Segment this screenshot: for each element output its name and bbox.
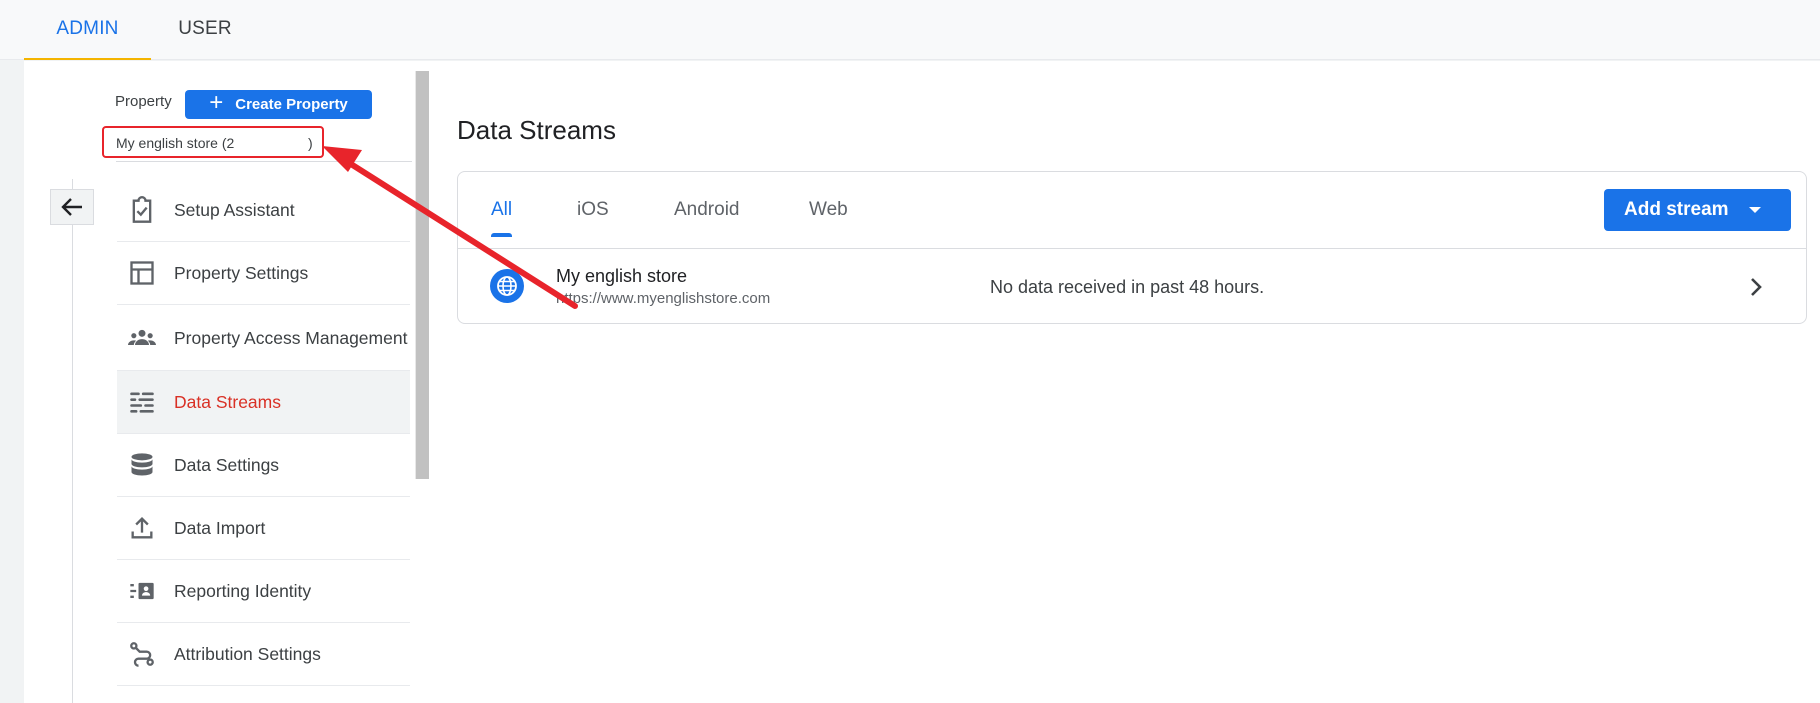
- arrow-left-icon: [61, 198, 82, 216]
- streams-icon: [127, 387, 157, 417]
- people-icon: [127, 323, 157, 353]
- property-divider: [116, 161, 412, 162]
- stream-status: No data received in past 48 hours.: [990, 277, 1265, 297]
- tab-ios[interactable]: iOS: [577, 199, 609, 221]
- nav-item-label: Property Access Management: [174, 327, 408, 348]
- property-nav-list: Setup Assistant Property Settings Proper…: [117, 179, 410, 686]
- top-tab-bar: ADMIN USER: [0, 0, 1820, 60]
- nav-item-label: Setup Assistant: [174, 199, 295, 220]
- tab-admin[interactable]: ADMIN: [24, 0, 151, 60]
- property-label: Property: [115, 93, 172, 110]
- admin-page: Property + Create Property My english st…: [24, 61, 1820, 703]
- nav-item-attribution-settings[interactable]: Attribution Settings: [117, 623, 410, 686]
- property-selector-close-paren: ): [308, 135, 313, 151]
- upload-icon: [127, 513, 157, 543]
- stream-row[interactable]: My english store https://www.myenglishst…: [458, 249, 1806, 325]
- checklist-icon: [127, 195, 157, 225]
- nav-item-data-import[interactable]: Data Import: [117, 497, 410, 560]
- globe-icon: [490, 269, 524, 303]
- caret-down-icon: [1749, 207, 1761, 213]
- tab-all[interactable]: All: [491, 199, 513, 237]
- property-selector[interactable]: My english store (2 ): [102, 126, 324, 158]
- nav-scrollbar[interactable]: [415, 71, 429, 479]
- property-selector-value: My english store (2: [116, 135, 235, 151]
- nav-item-label: Data Import: [174, 517, 266, 538]
- nav-item-label: Attribution Settings: [174, 643, 321, 664]
- tab-user[interactable]: USER: [165, 0, 245, 60]
- nav-item-data-streams[interactable]: Data Streams: [117, 371, 410, 434]
- nav-rail-line: [72, 179, 73, 703]
- nav-item-reporting-identity[interactable]: Reporting Identity: [117, 560, 410, 623]
- attribution-icon: [127, 639, 157, 669]
- nav-item-property-access-management[interactable]: Property Access Management: [117, 305, 410, 371]
- add-stream-label: Add stream: [1624, 199, 1729, 220]
- chevron-right-icon: [1751, 278, 1762, 296]
- plus-icon: +: [209, 89, 224, 116]
- back-button[interactable]: [50, 189, 94, 225]
- nav-item-label: Data Streams: [174, 391, 281, 412]
- add-stream-button[interactable]: Add stream: [1604, 189, 1791, 231]
- nav-item-setup-assistant[interactable]: Setup Assistant: [117, 179, 410, 242]
- page-title: Data Streams: [457, 115, 616, 145]
- nav-item-property-settings[interactable]: Property Settings: [117, 242, 410, 305]
- create-property-label: Create Property: [235, 96, 348, 113]
- stream-filter-tabs: All iOS Android Web Add stream: [458, 172, 1806, 249]
- nav-item-label: Property Settings: [174, 262, 309, 283]
- stream-name: My english store: [556, 266, 688, 286]
- tab-web[interactable]: Web: [809, 199, 848, 221]
- layout-icon: [127, 258, 157, 288]
- data-streams-card: All iOS Android Web Add stream My englis…: [457, 171, 1807, 324]
- nav-item-label: Reporting Identity: [174, 580, 312, 601]
- database-icon: [127, 450, 157, 480]
- identity-icon: [127, 576, 157, 606]
- tab-android[interactable]: Android: [674, 199, 740, 221]
- stream-url: https://www.myenglishstore.com: [556, 290, 771, 307]
- nav-item-data-settings[interactable]: Data Settings: [117, 434, 410, 497]
- create-property-button[interactable]: + Create Property: [185, 90, 372, 119]
- nav-item-label: Data Settings: [174, 454, 280, 475]
